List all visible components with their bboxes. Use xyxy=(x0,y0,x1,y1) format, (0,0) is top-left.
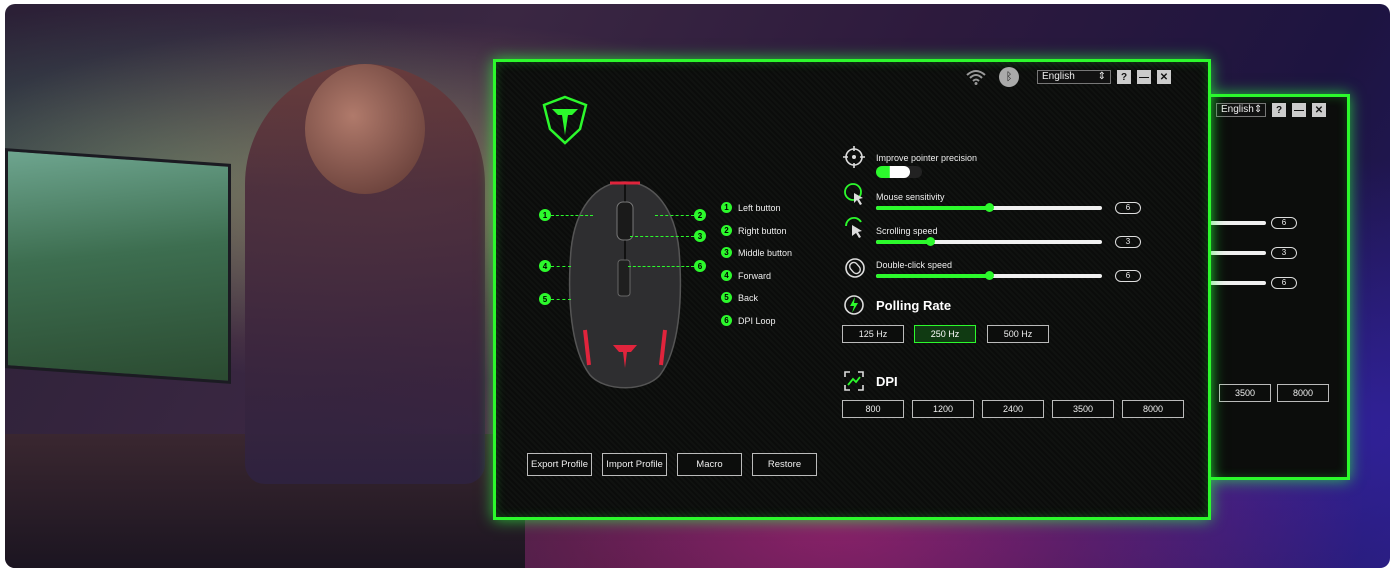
window-controls: ᛒ English ⇕ ? — ✕ xyxy=(965,67,1171,87)
back-value-3: 6 xyxy=(1271,277,1297,289)
background-monitor xyxy=(5,148,231,384)
back-dpi-3500[interactable]: 3500 xyxy=(1219,384,1271,402)
scrolling-speed-value: 3 xyxy=(1115,236,1141,248)
sensitivity-icon xyxy=(844,183,863,205)
back-slider-3[interactable] xyxy=(1210,281,1266,285)
restore-button[interactable]: Restore xyxy=(752,453,817,476)
mouse-sensitivity-value: 6 xyxy=(1115,202,1141,214)
scrolling-icon xyxy=(845,216,862,238)
back-window: English ⇕ ? — ✕ 6 3 6 3500 8000 xyxy=(1207,94,1350,480)
bluetooth-icon[interactable]: ᛒ xyxy=(999,67,1019,87)
back-window-controls: English ⇕ ? — ✕ xyxy=(1216,103,1326,117)
callout-4: 4 xyxy=(539,260,551,272)
export-profile-button[interactable]: Export Profile xyxy=(527,453,592,476)
callout-line-6 xyxy=(628,266,694,267)
legend-forward: 4 Forward xyxy=(721,270,771,281)
back-close-button[interactable]: ✕ xyxy=(1312,103,1326,117)
double-click-speed-value: 6 xyxy=(1115,270,1141,282)
dpi-800[interactable]: 800 xyxy=(842,400,904,418)
language-select[interactable]: English ⇕ xyxy=(1037,70,1111,84)
scrolling-speed-label: Scrolling speed xyxy=(876,226,938,236)
back-slider-2[interactable] xyxy=(1210,251,1266,255)
double-click-speed-label: Double-click speed xyxy=(876,260,953,270)
legend-dpi-loop: 6 DPI Loop xyxy=(721,315,776,326)
dpi-2400[interactable]: 2400 xyxy=(982,400,1044,418)
mouse-sensitivity-label: Mouse sensitivity xyxy=(876,192,945,202)
polling-250hz[interactable]: 250 Hz xyxy=(914,325,976,343)
callout-line-3 xyxy=(630,236,694,237)
pointer-precision-label: Improve pointer precision xyxy=(876,153,978,163)
help-button[interactable]: ? xyxy=(1117,70,1131,84)
callout-1: 1 xyxy=(539,209,551,221)
crosshair-icon xyxy=(843,146,865,168)
pointer-precision-toggle[interactable] xyxy=(876,166,922,178)
polling-500hz[interactable]: 500 Hz xyxy=(987,325,1049,343)
back-value-2: 3 xyxy=(1271,247,1297,259)
macro-button[interactable]: Macro xyxy=(677,453,742,476)
back-language-select[interactable]: English ⇕ xyxy=(1216,103,1266,117)
callout-line-5 xyxy=(551,299,571,300)
back-dpi-8000[interactable]: 8000 xyxy=(1277,384,1329,402)
callout-2: 2 xyxy=(694,209,706,221)
back-help-button[interactable]: ? xyxy=(1272,103,1286,117)
callout-line-4 xyxy=(551,266,571,267)
minimize-button[interactable]: — xyxy=(1137,70,1151,84)
callout-3: 3 xyxy=(694,230,706,242)
legend-left-button: 1 Left button xyxy=(721,202,781,213)
back-slider-1[interactable] xyxy=(1210,221,1266,225)
legend-back: 5 Back xyxy=(721,292,758,303)
callout-line-1 xyxy=(551,215,593,216)
dpi-icon xyxy=(844,371,864,391)
scrolling-speed-slider[interactable] xyxy=(876,237,1102,246)
close-button[interactable]: ✕ xyxy=(1157,70,1171,84)
wifi-icon[interactable] xyxy=(965,69,987,85)
double-click-icon xyxy=(845,258,865,278)
mouse-illustration xyxy=(568,181,682,389)
dpi-3500[interactable]: 3500 xyxy=(1052,400,1114,418)
back-value-1: 6 xyxy=(1271,217,1297,229)
mouse-sensitivity-slider[interactable] xyxy=(876,203,1102,212)
callout-5: 5 xyxy=(539,293,551,305)
brand-logo xyxy=(542,95,588,145)
legend-right-button: 2 Right button xyxy=(721,225,787,236)
background-gamer-head xyxy=(305,64,425,194)
polling-rate-icon xyxy=(844,295,864,315)
polling-125hz[interactable]: 125 Hz xyxy=(842,325,904,343)
dpi-title: DPI xyxy=(876,374,898,389)
polling-rate-title: Polling Rate xyxy=(876,298,952,313)
import-profile-button[interactable]: Import Profile xyxy=(602,453,667,476)
double-click-speed-slider[interactable] xyxy=(876,271,1102,280)
callout-6: 6 xyxy=(694,260,706,272)
dpi-1200[interactable]: 1200 xyxy=(912,400,974,418)
callout-line-2 xyxy=(655,215,694,216)
legend-middle-button: 3 Middle button xyxy=(721,247,792,258)
dpi-8000[interactable]: 8000 xyxy=(1122,400,1184,418)
back-minimize-button[interactable]: — xyxy=(1292,103,1306,117)
